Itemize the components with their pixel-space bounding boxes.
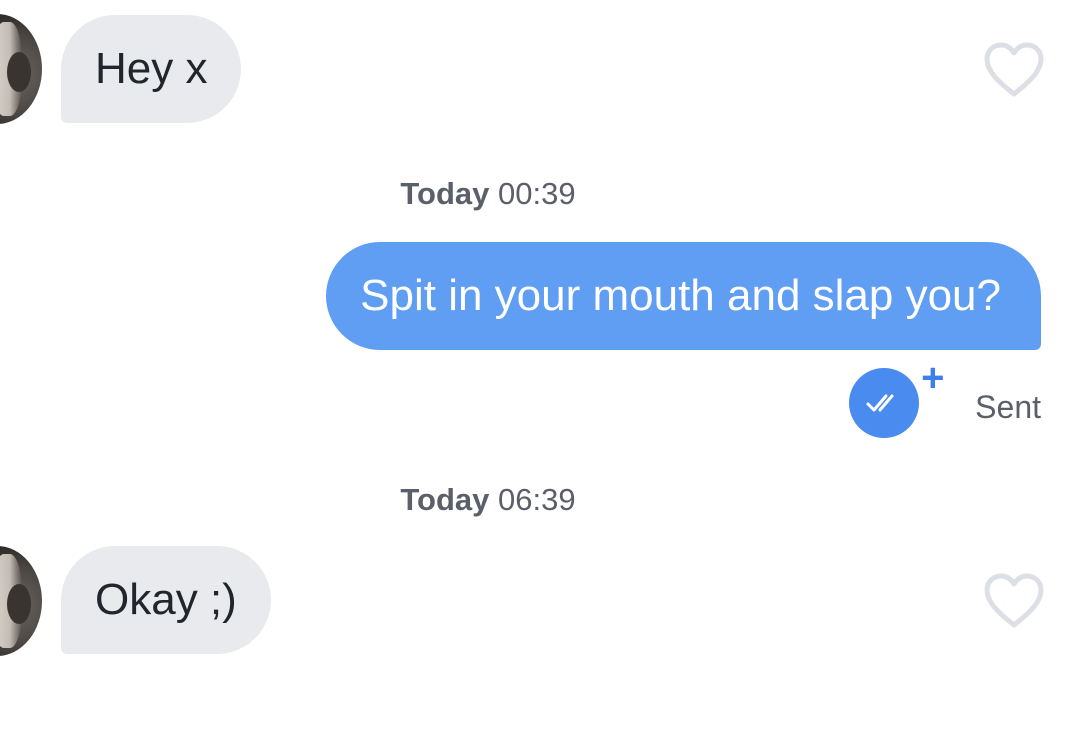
plus-icon[interactable]: + bbox=[921, 358, 944, 398]
timestamp-time: 06:39 bbox=[498, 482, 576, 517]
heart-icon[interactable] bbox=[984, 573, 1044, 629]
timestamp-day: Today bbox=[400, 176, 490, 211]
message-text: Hey x bbox=[95, 44, 208, 93]
message-text: Spit in your mouth and slap you? bbox=[360, 271, 1001, 320]
avatar[interactable] bbox=[0, 546, 42, 656]
outgoing-message-bubble[interactable]: Spit in your mouth and slap you? bbox=[326, 242, 1041, 350]
avatar[interactable] bbox=[0, 14, 42, 124]
message-text: Okay ;) bbox=[95, 575, 237, 624]
read-receipt-badge: + bbox=[849, 358, 945, 438]
message-timestamp: Today 00:39 bbox=[0, 176, 976, 212]
incoming-message-bubble[interactable]: Okay ;) bbox=[61, 546, 271, 654]
incoming-message-bubble[interactable]: Hey x bbox=[61, 15, 242, 123]
message-status: + Sent bbox=[849, 358, 1041, 438]
double-check-icon bbox=[866, 394, 894, 412]
chat-thread: Hey x Today 00:39 Spit in your mouth and… bbox=[0, 0, 1078, 756]
timestamp-time: 00:39 bbox=[498, 176, 576, 211]
timestamp-day: Today bbox=[400, 482, 490, 517]
sent-status-label: Sent bbox=[975, 388, 1041, 425]
heart-icon[interactable] bbox=[984, 42, 1044, 98]
message-timestamp: Today 06:39 bbox=[0, 482, 976, 518]
